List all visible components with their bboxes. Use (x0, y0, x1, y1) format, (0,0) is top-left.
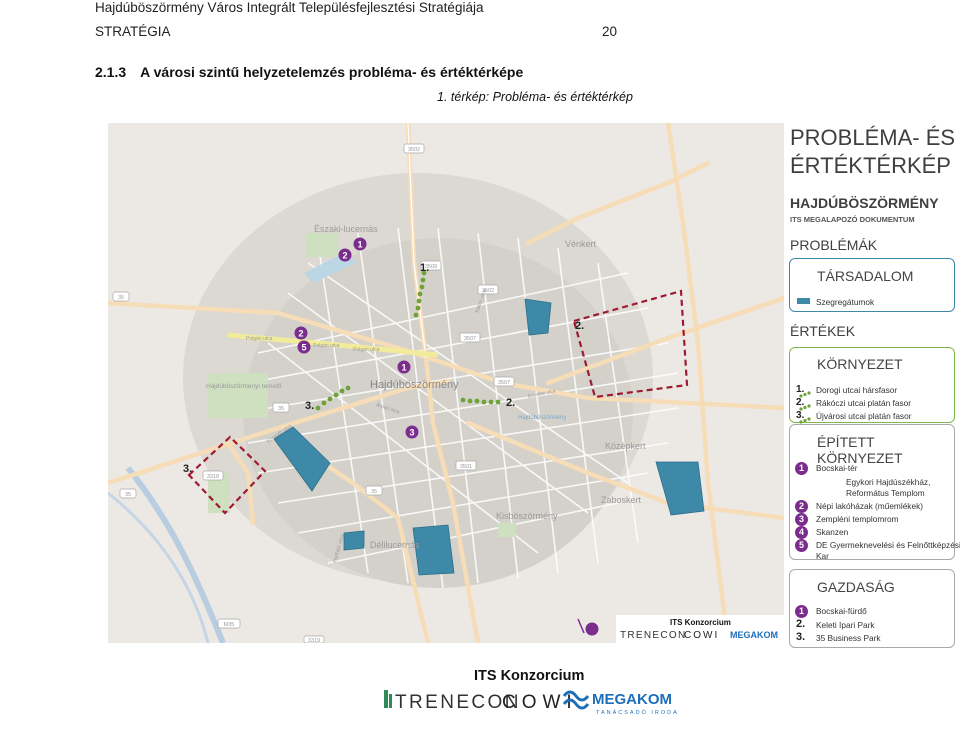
city-label: Hajdúböszörmény (370, 379, 459, 391)
legend-economy-item: 35 Business Park (816, 633, 881, 643)
road-number-label: M35 (224, 622, 235, 628)
legend-environment-item: Újvárosi utcai platán fasor (816, 411, 912, 421)
legend-economy-item: Bocskai-fürdő (816, 606, 867, 616)
map-inset-org: ITS Konzorcium (670, 618, 731, 627)
street-label: Polgári utca (313, 343, 340, 349)
legend-economy-name: GAZDASÁG (817, 579, 895, 595)
district-label: Középkert (605, 441, 646, 451)
document-header-title: Hajdúböszörmény Város Integrált Települé… (95, 0, 484, 15)
economy-zone-number: 3. (796, 631, 806, 643)
legend-environment-item: Dorogi utcai hársfasor (816, 385, 898, 395)
legend-built-name: ÉPÍTETT KÖRNYEZET (817, 434, 903, 466)
road-number-label: 3502 (408, 147, 420, 153)
tree-row-icon (799, 411, 811, 424)
tree-row-label: 3. (305, 400, 314, 412)
segregation-swatch (797, 298, 810, 304)
legend-built-item: DE Gyermeknevelési és Felnőttképzési (816, 540, 960, 550)
economy-zone-number: 2. (796, 618, 806, 630)
legend-values-heading: ÉRTÉKEK (790, 323, 856, 339)
legend-built-item: Skanzen (816, 527, 849, 537)
district-label: Kisböszörmény (496, 511, 558, 521)
built-marker-5: 5 (795, 539, 808, 552)
district-label: Délilucernás (370, 540, 420, 550)
legend-environment-name: KÖRNYEZET (817, 356, 903, 372)
built-marker-2: 2 (795, 500, 808, 513)
legend-environment-item: Rákóczi utcai platán fasor (816, 398, 912, 408)
street-label: Polgári utca (353, 347, 380, 353)
district-label: Vénkert (565, 239, 597, 249)
marker-bocskai-ter: 1 (357, 240, 362, 250)
economy-marker-1: 1 (795, 605, 808, 618)
legend-title-line2: ÉRTÉKTÉRKÉP (790, 153, 951, 178)
legend-built-item: Kar (816, 551, 829, 561)
section-heading-text: A városi szintű helyzetelemzés probléma-… (140, 64, 524, 80)
megakom-logo-text: MEGAKOM (730, 630, 778, 640)
cowi-logo-text: COWI (684, 630, 719, 641)
marker-university: 3 (409, 428, 414, 438)
city-label: Hajdúböszörmény (518, 415, 566, 421)
footer-logo-strip: TRENECON COWI MEGAKOM TANÁCSADÓ IRODA (384, 690, 679, 716)
economy-zone-label: 3. (183, 463, 192, 475)
tree-row-label: 1. (420, 262, 429, 274)
map-inset-logo: ITS Konzorcium TRENECON COWI MEGAKOM (616, 615, 784, 643)
economy-zone-label: 2. (575, 320, 584, 332)
road-number-label: 3318 (207, 474, 219, 480)
marker-folk-houses: 2 (298, 329, 303, 339)
district-label: Zaboskert (601, 495, 642, 505)
megakom-logo-text: MEGAKOM (592, 691, 672, 708)
road-number-label: 3507 (498, 380, 510, 386)
legend-title-line1: PROBLÉMA- ÉS (790, 125, 956, 150)
built-marker-1: 1 (795, 462, 808, 475)
legend-built-item: Egykori Hajdúszékház, (846, 477, 931, 487)
road-number-label: 3507 (464, 336, 476, 342)
section-heading-number: 2.1.3 (95, 64, 127, 80)
legend-built-item: Bocskai-tér (816, 463, 858, 473)
document-section-label: STRATÉGIA (95, 24, 171, 39)
legend-built-item: Népi lakóházak (műemlékek) (816, 501, 923, 511)
tree-row-icon (799, 398, 811, 411)
legend-city: HAJDÚBÖSZÖRMÉNY (790, 195, 939, 211)
marker-skanzen: 5 (301, 343, 306, 353)
page-number: 20 (602, 24, 618, 39)
problem-value-map: 3502 3509 3502 3507 3507 3501 35 35 35 3… (108, 123, 784, 643)
figure-caption: 1. térkép: Probléma- és értéktérkép (437, 90, 633, 104)
megakom-logo: MEGAKOM TANÁCSADÓ IRODA (562, 690, 679, 716)
cemetery-green-area (208, 373, 268, 418)
trenecon-logo: TRENECON (384, 690, 518, 713)
cemetery-label: Hajdúböszörményi temető (206, 383, 282, 390)
legend-society-item: Szegregátumok (816, 297, 875, 307)
legend-economy-item: Keleti Ipari Park (816, 620, 875, 630)
built-marker-4: 4 (795, 526, 808, 539)
tree-row-icon (799, 385, 811, 398)
legend-problems-heading: PROBLÉMÁK (790, 237, 878, 253)
street-label: Polgári utca (246, 336, 273, 342)
road-number-label: 35 (118, 295, 124, 301)
tree-row-label: 2. (506, 397, 515, 409)
road-number-label: 3501 (460, 464, 472, 470)
road-number-label: 3319 (308, 638, 320, 643)
footer-consortium: ITS Konzorcium (474, 668, 585, 684)
trenecon-logo-text: TRENECON (620, 630, 687, 641)
road-number-label: 35 (371, 489, 377, 495)
district-label: Északi-lucernás (314, 224, 378, 234)
segregation-area (524, 298, 552, 336)
map-legend: PROBLÉMA- ÉS ÉRTÉKTÉRKÉP HAJDÚBÖSZÖRMÉNY… (785, 123, 960, 648)
legend-built-item: Zempléni templomrom (816, 514, 899, 524)
road-number-label: 35 (278, 406, 284, 412)
legend-society-name: TÁRSADALOM (817, 268, 914, 284)
section-heading: 2.1.3 A városi szintű helyzetelemzés prob… (95, 64, 523, 80)
segregation-area (343, 530, 365, 551)
road-number-label: 35 (125, 492, 131, 498)
footer-logos: TRENECON COWI MEGAKOM TANÁCSADÓ IRODA (384, 686, 684, 716)
segregation-area (412, 524, 455, 576)
marker-folk-houses: 2 (342, 251, 347, 261)
map-canvas: 3502 3509 3502 3507 3507 3501 35 35 35 3… (108, 123, 784, 643)
legend-built-item: Református Templom (846, 488, 925, 498)
marker-bocskai-ter: 1 (401, 363, 406, 373)
built-marker-3: 3 (795, 513, 808, 526)
megakom-tagline: TANÁCSADÓ IRODA (596, 709, 679, 716)
legend-doc-type: ITS MEGALAPOZÓ DOKUMENTUM (790, 215, 915, 224)
